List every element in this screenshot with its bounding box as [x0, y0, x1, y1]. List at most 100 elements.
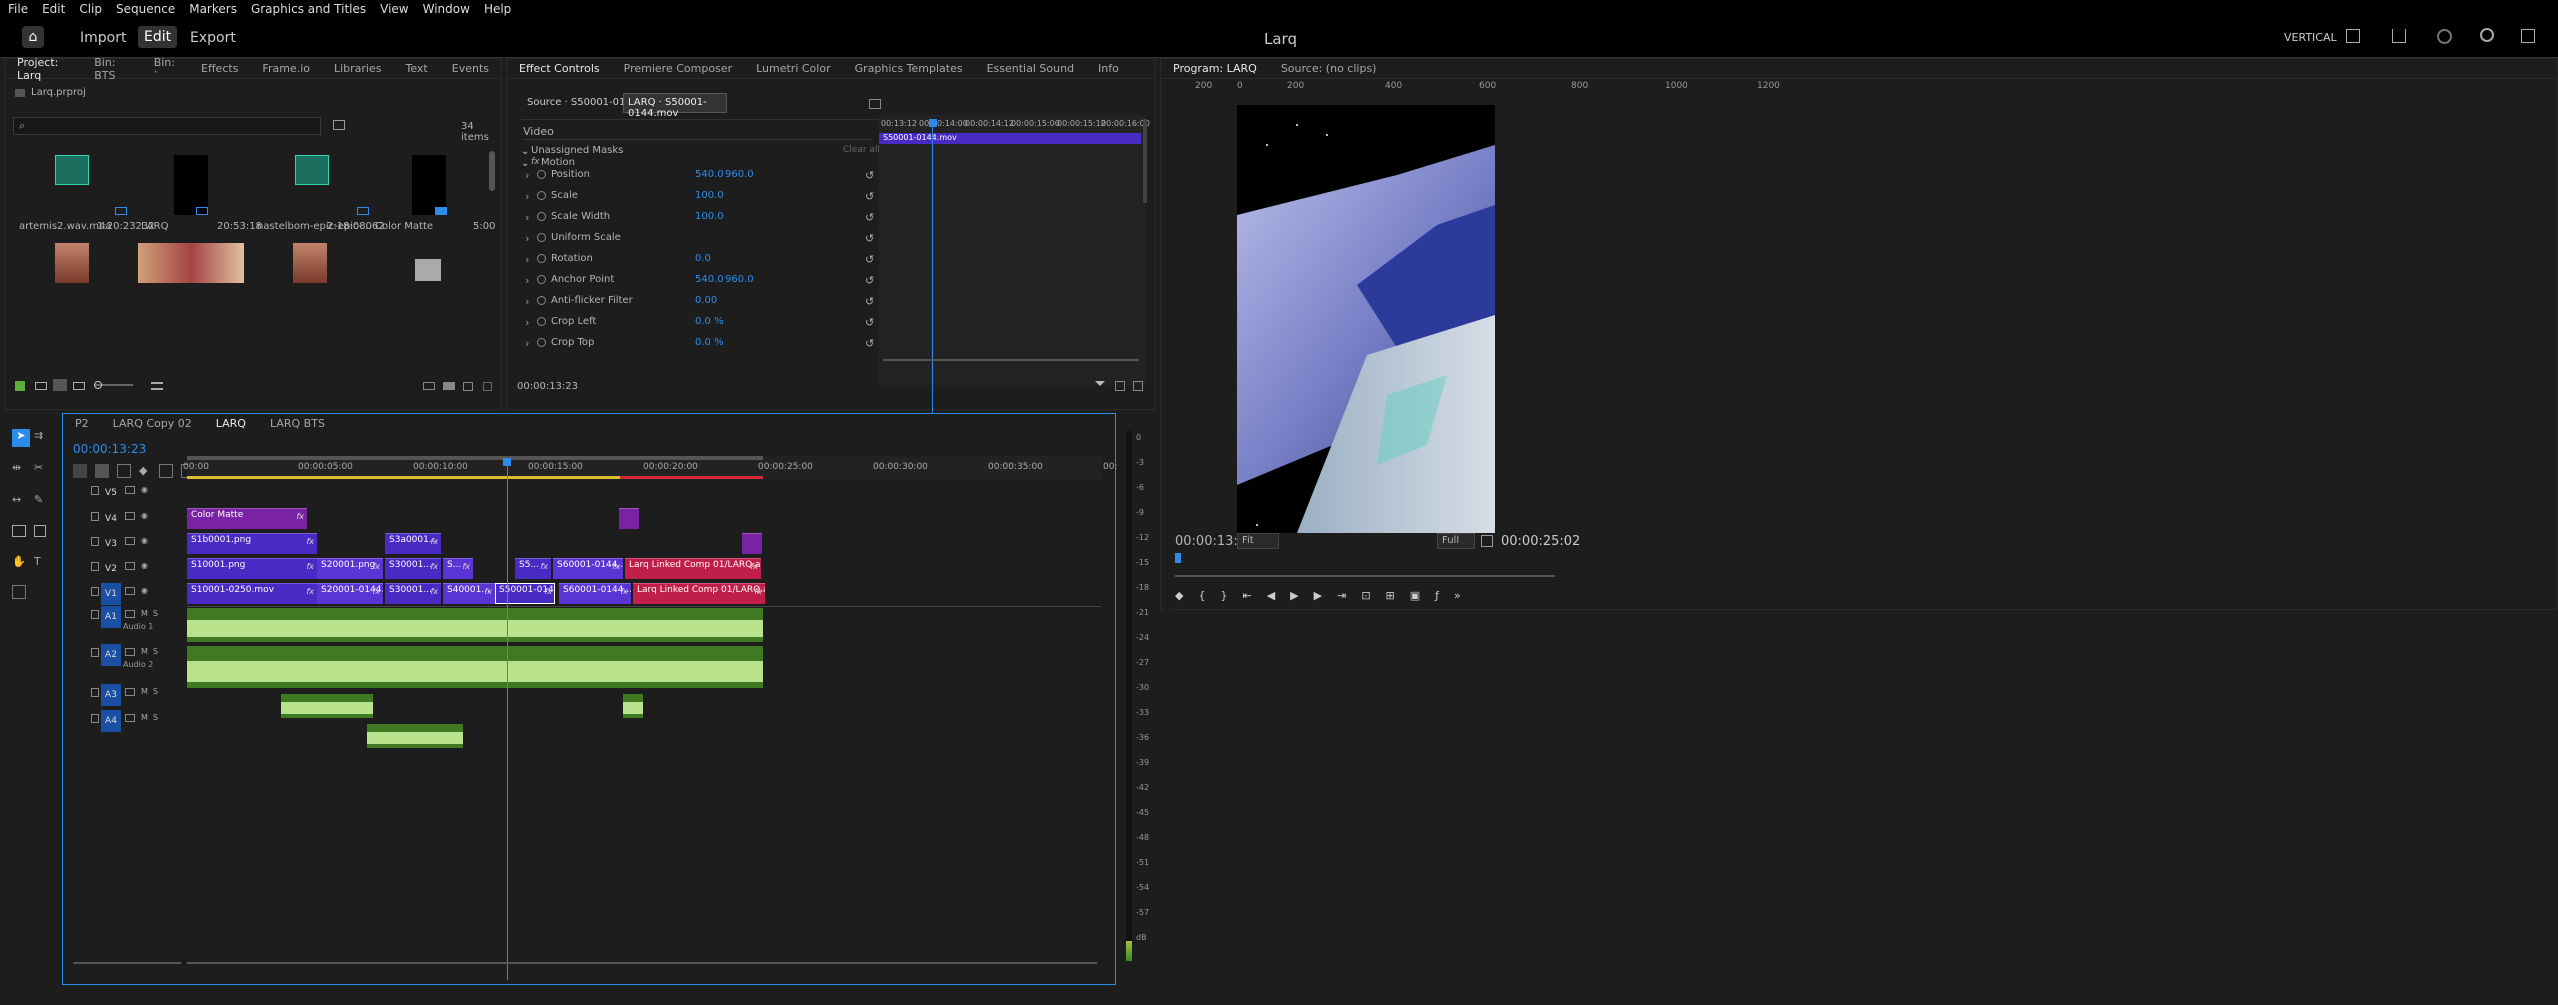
stopwatch-icon[interactable]: [537, 254, 546, 263]
audio-clip[interactable]: [187, 646, 763, 688]
tab-events[interactable]: Events: [440, 62, 501, 75]
mute-icon[interactable]: M: [141, 687, 148, 696]
eye-icon[interactable]: ◉: [141, 586, 148, 595]
property-value[interactable]: 540.0: [695, 169, 724, 180]
mark-in-icon[interactable]: {: [1198, 589, 1205, 603]
mute-icon[interactable]: M: [141, 647, 148, 656]
stopwatch-icon[interactable]: [537, 212, 546, 221]
track-area[interactable]: Color Matte fx S1b0001.png fx S3a0001... fx S1…: [187, 458, 1101, 980]
timeline-timecode[interactable]: 00:00:13:23: [73, 442, 146, 456]
video-clip[interactable]: S20001.png fx: [317, 558, 383, 579]
track-label[interactable]: A4: [101, 710, 121, 732]
crop-tool-icon[interactable]: [34, 525, 46, 537]
fullscreen-icon[interactable]: [2521, 29, 2535, 43]
chevron-right-icon[interactable]: ›: [525, 274, 529, 287]
settings-icon[interactable]: »: [1454, 589, 1461, 603]
track-label[interactable]: A3: [101, 684, 121, 706]
menu-markers[interactable]: Markers: [189, 2, 237, 16]
solo-icon[interactable]: S: [153, 713, 158, 722]
sync-icon[interactable]: [125, 562, 135, 570]
pen-tool-icon[interactable]: ✎: [34, 493, 43, 506]
stopwatch-icon[interactable]: [537, 275, 546, 284]
video-clip[interactable]: S... fx: [443, 558, 473, 579]
record-icon[interactable]: [125, 714, 135, 722]
chevron-right-icon[interactable]: ›: [525, 169, 529, 182]
video-clip[interactable]: S60001-0144... fx: [559, 583, 631, 604]
menu-sequence[interactable]: Sequence: [116, 2, 175, 16]
solo-icon[interactable]: S: [153, 609, 158, 618]
effect-clip-bar[interactable]: S50001-0144.mov: [879, 133, 1141, 144]
nest-icon[interactable]: [73, 464, 87, 478]
playhead-handle[interactable]: [929, 119, 937, 127]
tab-lumetri-color[interactable]: Lumetri Color: [744, 62, 843, 75]
sequence-clip-tab[interactable]: LARQ · S50001-0144.mov: [623, 93, 727, 119]
audio-clip[interactable]: [281, 694, 373, 718]
eye-icon[interactable]: ◉: [141, 536, 148, 545]
tab-import[interactable]: Import: [80, 30, 126, 46]
menu-window[interactable]: Window: [423, 2, 470, 16]
record-icon[interactable]: [125, 610, 135, 618]
adjustment-clip[interactable]: [619, 508, 639, 529]
filter-icon[interactable]: [1095, 381, 1105, 391]
sync-icon[interactable]: [125, 587, 135, 595]
video-clip[interactable]: Color Matte fx: [187, 508, 307, 529]
lock-icon[interactable]: [91, 562, 99, 571]
property-value[interactable]: 0.0: [695, 253, 711, 264]
track-label[interactable]: V3: [101, 533, 121, 555]
slip-tool-icon[interactable]: ↔: [12, 493, 21, 506]
scrollbar[interactable]: [1143, 119, 1147, 203]
stopwatch-icon[interactable]: [537, 170, 546, 179]
track-label[interactable]: V2: [101, 558, 121, 580]
video-clip[interactable]: S1b0001.png fx: [187, 533, 317, 554]
adjustment-clip[interactable]: [742, 533, 762, 554]
selection-tool-icon[interactable]: ➤: [12, 429, 30, 447]
eye-icon[interactable]: ◉: [141, 485, 148, 494]
lock-icon[interactable]: [91, 714, 99, 723]
tab-frameio[interactable]: Frame.io: [250, 62, 322, 75]
track-label[interactable]: V5: [101, 482, 121, 504]
icon-view-icon[interactable]: [53, 379, 67, 391]
effect-timeline[interactable]: [879, 115, 1145, 385]
tab-effects[interactable]: Effects: [189, 62, 250, 75]
media-thumb-audio[interactable]: [295, 155, 329, 189]
tab-libraries[interactable]: Libraries: [322, 62, 394, 75]
tab-program[interactable]: Program: LARQ: [1161, 62, 1269, 75]
reset-icon[interactable]: ↺: [865, 169, 874, 182]
new-bin-icon[interactable]: [443, 382, 455, 390]
search-icon[interactable]: [2480, 28, 2494, 42]
audio-clip[interactable]: [623, 694, 643, 718]
freeform-view-icon[interactable]: [73, 382, 85, 390]
sync-icon[interactable]: [125, 512, 135, 520]
lock-icon[interactable]: [91, 512, 99, 521]
progress-icon[interactable]: [2437, 29, 2452, 44]
property-value[interactable]: 0.00: [695, 295, 717, 306]
eye-icon[interactable]: ◉: [141, 511, 148, 520]
track-label[interactable]: A2: [101, 644, 121, 666]
tab-export[interactable]: Export: [190, 30, 236, 46]
video-clip[interactable]: S10001.png fx: [187, 558, 317, 579]
video-clip[interactable]: S10001-0250.mov fx: [187, 583, 317, 604]
audio-clip[interactable]: [367, 724, 463, 748]
chevron-right-icon[interactable]: ›: [525, 190, 529, 203]
sync-icon[interactable]: [125, 537, 135, 545]
play-icon[interactable]: ▶: [1290, 589, 1298, 603]
eye-icon[interactable]: ◉: [141, 561, 148, 570]
wrench-icon[interactable]: [159, 464, 173, 478]
property-value[interactable]: 100.0: [695, 211, 724, 222]
lock-icon[interactable]: [91, 610, 99, 619]
property-value[interactable]: 540.0: [695, 274, 724, 285]
menu-clip[interactable]: Clip: [79, 2, 102, 16]
tab-source[interactable]: Source: (no clips): [1269, 62, 1389, 75]
play-audio-icon[interactable]: [1115, 381, 1125, 391]
lock-icon[interactable]: [91, 648, 99, 657]
go-to-out-icon[interactable]: ⇥: [1337, 589, 1346, 603]
go-to-in-icon[interactable]: ⇤: [1242, 589, 1251, 603]
menu-view[interactable]: View: [380, 2, 408, 16]
tab-text[interactable]: Text: [394, 62, 440, 75]
stopwatch-icon[interactable]: [537, 191, 546, 200]
linked-selection-icon[interactable]: [117, 464, 131, 478]
overwrite-icon[interactable]: ⊞: [1386, 589, 1395, 603]
step-forward-icon[interactable]: ▶: [1314, 589, 1322, 603]
effect-timecode[interactable]: 00:00:13:23: [517, 381, 578, 392]
stopwatch-icon[interactable]: [537, 296, 546, 305]
